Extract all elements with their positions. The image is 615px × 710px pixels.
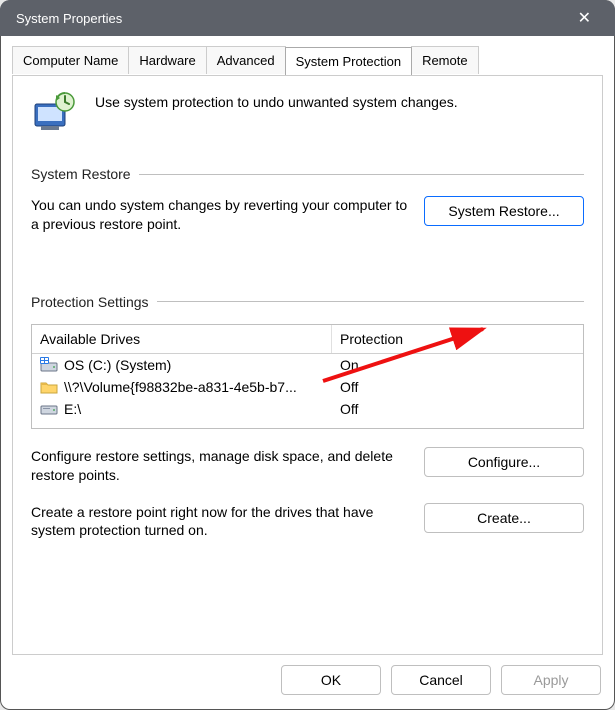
- group-header-protection: Protection Settings: [31, 294, 584, 310]
- drives-table: Available Drives Protection: [31, 324, 584, 429]
- dialog-buttons: OK Cancel Apply: [0, 655, 615, 709]
- drive-name: \\?\Volume{f98832be-a831-4e5b-b7...: [64, 379, 297, 395]
- restore-desc: You can undo system changes by reverting…: [31, 196, 410, 234]
- drive-name: E:\: [64, 401, 81, 417]
- system-protection-icon: [31, 90, 79, 138]
- create-desc: Create a restore point right now for the…: [31, 503, 410, 541]
- configure-button[interactable]: Configure...: [424, 447, 584, 477]
- group-system-restore: System Restore You can undo system chang…: [31, 166, 584, 234]
- group-protection-settings: Protection Settings Available Drives Pro…: [31, 294, 584, 541]
- table-row[interactable]: \\?\Volume{f98832be-a831-4e5b-b7... Off: [32, 376, 583, 398]
- cancel-button[interactable]: Cancel: [391, 665, 491, 695]
- titlebar: System Properties ✕: [0, 0, 615, 36]
- drive-protection: Off: [332, 376, 583, 398]
- system-properties-window: System Properties ✕ Computer Name Hardwa…: [0, 0, 615, 710]
- disk-icon: [40, 401, 58, 417]
- tab-panel: Use system protection to undo unwanted s…: [12, 75, 603, 655]
- group-header-restore: System Restore: [31, 166, 584, 182]
- window-title: System Properties: [16, 11, 122, 26]
- tab-advanced[interactable]: Advanced: [206, 46, 286, 74]
- intro-row: Use system protection to undo unwanted s…: [31, 90, 584, 138]
- restore-row: You can undo system changes by reverting…: [31, 196, 584, 234]
- system-restore-button[interactable]: System Restore...: [424, 196, 584, 226]
- divider: [157, 301, 584, 302]
- col-header-drives[interactable]: Available Drives: [32, 325, 332, 353]
- create-row: Create a restore point right now for the…: [31, 503, 584, 541]
- table-row[interactable]: OS (C:) (System) On: [32, 354, 583, 376]
- drive-protection: Off: [332, 398, 583, 420]
- folder-icon: [40, 379, 58, 395]
- drive-protection: On: [332, 354, 583, 376]
- tab-system-protection[interactable]: System Protection: [285, 47, 413, 75]
- intro-text: Use system protection to undo unwanted s…: [95, 90, 458, 110]
- drive-name: OS (C:) (System): [64, 357, 171, 373]
- create-button[interactable]: Create...: [424, 503, 584, 533]
- tab-hardware[interactable]: Hardware: [128, 46, 206, 74]
- configure-row: Configure restore settings, manage disk …: [31, 447, 584, 485]
- ok-button[interactable]: OK: [281, 665, 381, 695]
- close-icon[interactable]: ✕: [568, 4, 601, 32]
- drives-header: Available Drives Protection: [32, 325, 583, 354]
- group-label-protection: Protection Settings: [31, 294, 149, 310]
- tab-computer-name[interactable]: Computer Name: [12, 46, 129, 74]
- table-row[interactable]: E:\ Off: [32, 398, 583, 420]
- tab-bar: Computer Name Hardware Advanced System P…: [12, 46, 603, 75]
- client-area: Computer Name Hardware Advanced System P…: [0, 36, 615, 655]
- group-label-restore: System Restore: [31, 166, 131, 182]
- tab-remote[interactable]: Remote: [411, 46, 479, 74]
- divider: [139, 174, 584, 175]
- apply-button[interactable]: Apply: [501, 665, 601, 695]
- configure-desc: Configure restore settings, manage disk …: [31, 447, 410, 485]
- disk-os-icon: [40, 357, 58, 373]
- col-header-protection[interactable]: Protection: [332, 325, 583, 353]
